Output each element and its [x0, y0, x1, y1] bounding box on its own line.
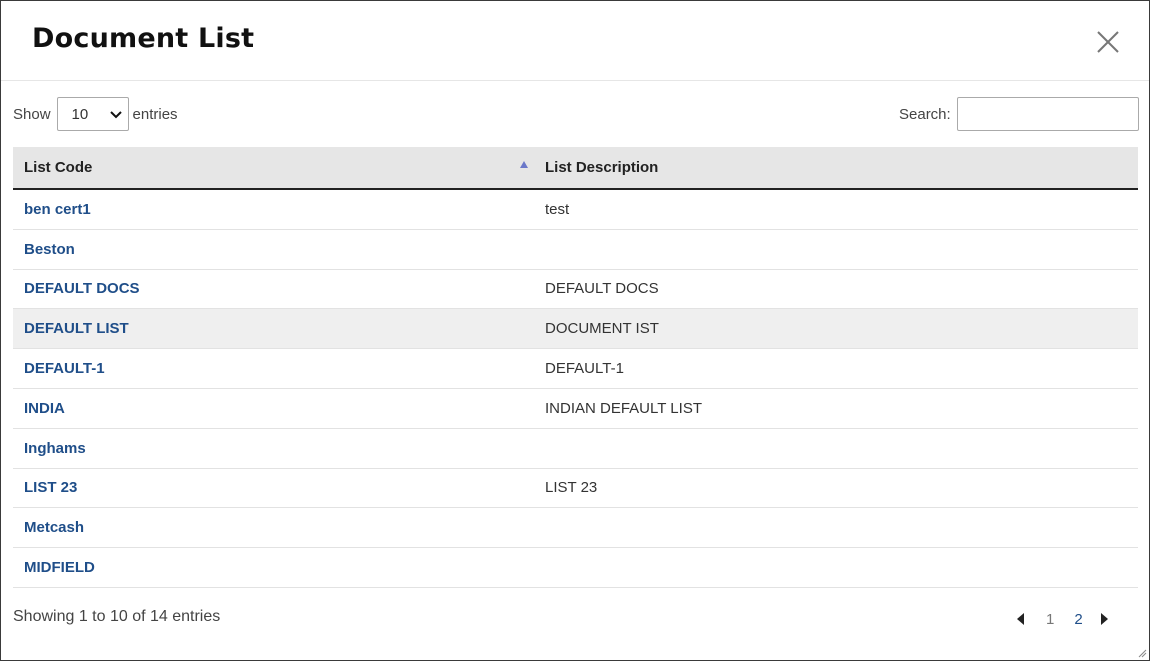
table-row[interactable]: DEFAULT LIST DOCUMENT IST	[13, 309, 1138, 350]
list-code-cell: DEFAULT LIST	[13, 320, 534, 337]
entries-label: entries	[132, 105, 178, 123]
table-row[interactable]: DEFAULT DOCS DEFAULT DOCS	[13, 270, 1138, 310]
show-label: Show	[13, 105, 51, 123]
table-body: ben cert1 test Beston DEFAULT DOCS DEFAULT D…	[13, 190, 1138, 588]
list-description-cell: DOCUMENT IST	[545, 320, 659, 338]
list-description-cell: INDIAN DEFAULT LIST	[545, 399, 702, 417]
list-code-link[interactable]: Metcash	[24, 519, 84, 536]
table-row[interactable]: LIST 23 LIST 23	[13, 469, 1138, 509]
next-page-icon[interactable]	[1100, 613, 1108, 625]
document-list-table: List Code List Description ben cert1 test…	[13, 147, 1138, 588]
table-info: Showing 1 to 10 of 14 entries	[13, 608, 221, 625]
close-icon	[1097, 31, 1119, 53]
list-description-cell: test	[545, 200, 570, 218]
column-label-list-description: List Description	[545, 159, 659, 176]
list-code-link[interactable]: LIST 23	[24, 479, 77, 496]
dialog-title: Document List	[32, 23, 255, 54]
list-code-link[interactable]: Beston	[24, 241, 75, 258]
list-code-link[interactable]: DEFAULT LIST	[24, 320, 129, 337]
previous-page-icon[interactable]	[1017, 613, 1024, 625]
column-header-list-description[interactable]: List Description	[534, 147, 1138, 188]
close-button[interactable]	[1091, 25, 1125, 59]
table-row[interactable]: Beston	[13, 230, 1138, 270]
search-label: Search:	[899, 105, 951, 123]
table-row[interactable]: ben cert1 test	[13, 190, 1138, 230]
list-code-link[interactable]: INDIA	[24, 400, 65, 417]
list-code-cell: DEFAULT DOCS	[13, 280, 534, 297]
list-code-cell: DEFAULT-1	[13, 360, 534, 377]
list-code-link[interactable]: DEFAULT-1	[24, 360, 105, 377]
list-code-cell: ben cert1	[13, 201, 534, 218]
sort-ascending-icon	[520, 161, 528, 168]
page-1-link[interactable]: 1	[1046, 611, 1054, 628]
list-description-cell: LIST 23	[545, 479, 598, 497]
document-list-dialog: Document List Show 10 entries Search: Li…	[0, 0, 1150, 661]
list-code-link[interactable]: MIDFIELD	[24, 559, 95, 576]
list-description-cell: DEFAULT-1	[545, 360, 624, 378]
entries-per-page-value: 10	[71, 106, 89, 123]
list-code-cell: Beston	[13, 241, 534, 258]
list-code-link[interactable]: DEFAULT DOCS	[24, 280, 140, 297]
search-control: Search:	[899, 97, 1139, 131]
list-code-link[interactable]: ben cert1	[24, 201, 91, 218]
list-code-cell: Metcash	[13, 519, 534, 536]
list-code-cell: MIDFIELD	[13, 559, 534, 576]
pagination: 1 2	[1011, 608, 1108, 630]
list-code-cell: Inghams	[13, 440, 534, 457]
table-row[interactable]: Metcash	[13, 508, 1138, 549]
column-header-list-code[interactable]: List Code	[13, 147, 534, 188]
table-header: List Code List Description	[13, 147, 1138, 190]
length-control: Show 10 entries	[13, 97, 178, 131]
table-row[interactable]: Inghams	[13, 429, 1138, 469]
page-2-link[interactable]: 2	[1074, 611, 1082, 628]
dialog-header: Document List	[1, 1, 1149, 81]
list-description-cell: DEFAULT DOCS	[545, 280, 659, 298]
list-code-cell: LIST 23	[13, 479, 534, 496]
table-row[interactable]: MIDFIELD	[13, 548, 1138, 588]
list-code-cell: INDIA	[13, 400, 534, 417]
search-input[interactable]	[956, 97, 1139, 131]
list-code-link[interactable]: Inghams	[24, 440, 86, 457]
chevron-down-icon	[109, 111, 122, 119]
resize-grip-icon[interactable]	[1137, 648, 1147, 658]
entries-per-page-select[interactable]: 10	[56, 97, 129, 131]
column-label-list-code: List Code	[24, 159, 93, 176]
table-row[interactable]: INDIA INDIAN DEFAULT LIST	[13, 389, 1138, 429]
table-row[interactable]: DEFAULT-1 DEFAULT-1	[13, 349, 1138, 389]
